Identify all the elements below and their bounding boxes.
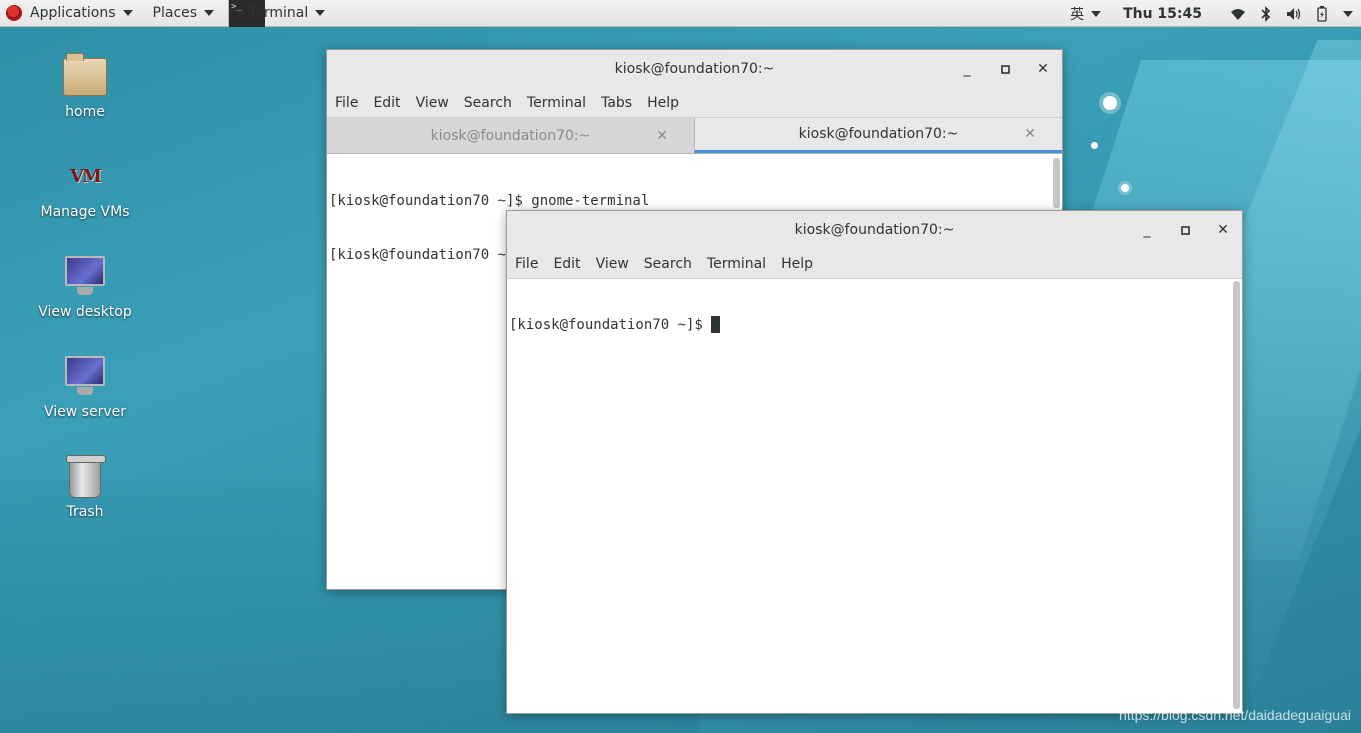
chevron-down-icon xyxy=(1343,10,1353,17)
vm-logo-icon: VM xyxy=(70,166,102,187)
tab-terminal-2[interactable]: kiosk@foundation70:~ ✕ xyxy=(694,118,1062,153)
terminal-output[interactable]: [kiosk@foundation70 ~]$ xyxy=(507,279,1242,713)
battery-icon xyxy=(1314,5,1330,22)
close-tab-icon[interactable]: ✕ xyxy=(656,128,668,144)
menu-tabs[interactable]: Tabs xyxy=(596,95,642,111)
clock-label: Thu 15:45 xyxy=(1123,5,1202,22)
chevron-down-icon xyxy=(315,10,326,16)
maximize-button[interactable] xyxy=(994,58,1016,80)
home-folder-icon xyxy=(61,52,109,100)
menu-terminal[interactable]: Terminal xyxy=(702,256,776,272)
menu-search[interactable]: Search xyxy=(639,256,702,272)
desktop-icon-home[interactable]: home xyxy=(10,52,160,120)
wallpaper-dot xyxy=(1091,142,1098,149)
close-button[interactable]: ✕ xyxy=(1032,58,1054,80)
menu-help[interactable]: Help xyxy=(776,256,823,272)
close-button[interactable]: ✕ xyxy=(1212,219,1234,241)
wallpaper-dot xyxy=(1103,96,1117,110)
chevron-down-icon xyxy=(1091,10,1102,17)
maximize-button[interactable] xyxy=(1174,219,1196,241)
terminal-line: [kiosk@foundation70 ~]$ xyxy=(329,247,532,263)
menu-bar: File Edit View Search Terminal Help xyxy=(507,249,1242,279)
desktop-icon-trash[interactable]: Trash xyxy=(10,452,160,520)
desktop-icon-manage-vms[interactable]: VM Manage VMs xyxy=(10,152,160,220)
bluetooth-icon xyxy=(1258,5,1274,22)
app-menu-terminal[interactable]: >_ Terminal xyxy=(228,0,331,27)
menu-help[interactable]: Help xyxy=(642,95,689,111)
close-tab-icon[interactable]: ✕ xyxy=(1024,126,1036,142)
desktop-icon-label: View desktop xyxy=(38,304,132,320)
window-title: kiosk@foundation70:~ xyxy=(614,61,775,77)
menu-view[interactable]: View xyxy=(411,95,459,111)
wallpaper-dot xyxy=(1121,184,1129,192)
monitor-icon xyxy=(61,352,109,400)
desktop-icon-view-server[interactable]: View server xyxy=(10,352,160,420)
menu-search[interactable]: Search xyxy=(459,95,522,111)
scrollbar[interactable] xyxy=(1053,158,1060,208)
input-method-menu[interactable]: 英 xyxy=(1064,0,1107,27)
terminal-line: [kiosk@foundation70 ~]$ gnome-terminal xyxy=(329,193,650,209)
menu-edit[interactable]: Edit xyxy=(368,95,410,111)
window-titlebar[interactable]: kiosk@foundation70:~ _ ✕ xyxy=(327,50,1062,88)
monitor-icon xyxy=(61,252,109,300)
tab-bar: kiosk@foundation70:~ ✕ kiosk@foundation7… xyxy=(327,118,1062,154)
desktop-icon-view-desktop[interactable]: View desktop xyxy=(10,252,160,320)
places-menu[interactable]: Places xyxy=(147,0,221,27)
chevron-down-icon xyxy=(204,10,215,16)
terminal-line: [kiosk@foundation70 ~]$ xyxy=(509,317,712,333)
scrollbar[interactable] xyxy=(1233,281,1240,709)
minimize-button[interactable]: _ xyxy=(956,58,978,80)
window-titlebar[interactable]: kiosk@foundation70:~ _ ✕ xyxy=(507,211,1242,249)
tab-terminal-1[interactable]: kiosk@foundation70:~ ✕ xyxy=(327,118,694,153)
menu-file[interactable]: File xyxy=(510,256,548,272)
menu-file[interactable]: File xyxy=(330,95,368,111)
wifi-icon xyxy=(1230,6,1246,22)
tab-label: kiosk@foundation70:~ xyxy=(798,126,959,142)
watermark-text: https://blog.csdn.net/daidadeguaiguai xyxy=(1119,707,1351,723)
terminal-line-prompt: [kiosk@foundation70 ~]$ xyxy=(509,316,1240,334)
menu-view[interactable]: View xyxy=(591,256,639,272)
desktop-icon-label: home xyxy=(65,104,105,120)
desktop-icon-label: Trash xyxy=(66,504,104,520)
system-tray: 英 Thu 15:45 xyxy=(1064,0,1361,27)
app-menu-label: Terminal xyxy=(249,5,309,21)
clock[interactable]: Thu 15:45 xyxy=(1117,0,1208,27)
tab-label: kiosk@foundation70:~ xyxy=(430,127,591,144)
menu-bar: File Edit View Search Terminal Tabs Help xyxy=(327,88,1062,118)
applications-label: Applications xyxy=(30,5,116,21)
desktop-icon-label: View server xyxy=(44,404,126,420)
input-method-label: 英 xyxy=(1070,6,1085,23)
redhat-logo-icon xyxy=(6,5,22,21)
minimize-button[interactable]: _ xyxy=(1136,219,1158,241)
terminal-window-front[interactable]: kiosk@foundation70:~ _ ✕ File Edit View … xyxy=(506,210,1243,714)
volume-icon xyxy=(1286,6,1302,22)
places-label: Places xyxy=(152,5,198,21)
chevron-down-icon xyxy=(122,10,133,16)
menu-edit[interactable]: Edit xyxy=(548,256,590,272)
desktop-icon-label: Manage VMs xyxy=(40,204,130,220)
trash-icon xyxy=(61,452,109,500)
text-cursor xyxy=(711,316,721,333)
menu-terminal[interactable]: Terminal xyxy=(522,95,596,111)
applications-menu[interactable]: Applications xyxy=(0,0,139,27)
top-panel: Applications Places >_ Terminal 英 Thu 15… xyxy=(0,0,1361,27)
window-title: kiosk@foundation70:~ xyxy=(794,222,955,238)
status-menu[interactable] xyxy=(1218,0,1361,27)
